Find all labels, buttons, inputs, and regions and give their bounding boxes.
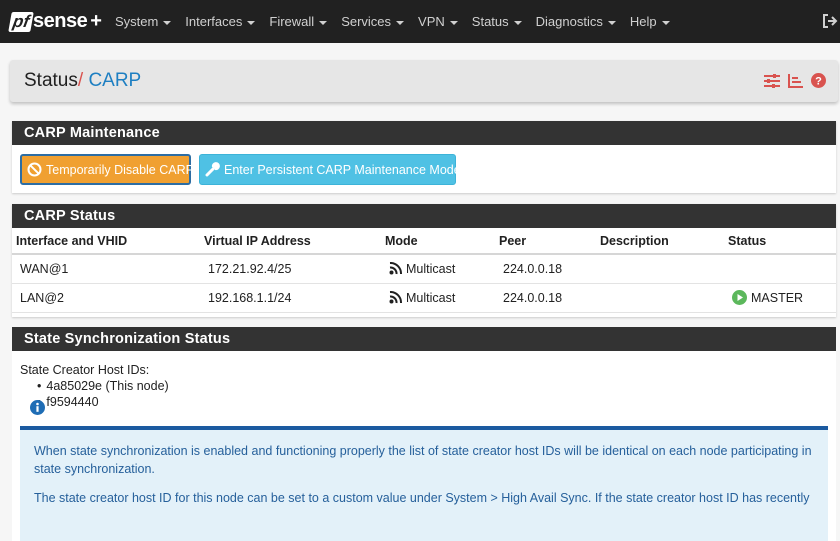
- main-menu: System Interfaces Firewall Services VPN …: [108, 0, 677, 43]
- caret-down-icon: [247, 20, 256, 25]
- caret-down-icon: [607, 20, 616, 25]
- chart-icon[interactable]: [788, 73, 803, 88]
- caret-down-icon: [163, 20, 172, 25]
- menu-status[interactable]: Status: [465, 0, 529, 43]
- mode-cell: Multicast: [406, 261, 456, 276]
- carp-status-panel: CARP Status Interface and VHID Virtual I…: [12, 204, 836, 317]
- panel-title: CARP Maintenance: [12, 121, 836, 145]
- menu-interfaces[interactable]: Interfaces: [178, 0, 262, 43]
- info-paragraph-1: When state synchronization is enabled an…: [34, 444, 812, 476]
- help-icon[interactable]: ?: [811, 73, 826, 88]
- logo-sense: sense: [33, 10, 88, 32]
- disable-carp-button[interactable]: Temporarily Disable CARP: [20, 154, 194, 185]
- mode-cell: Multicast: [406, 290, 456, 305]
- col-status[interactable]: Status: [724, 228, 836, 255]
- carp-maintenance-panel: CARP Maintenance Temporarily Disable CAR…: [12, 121, 836, 193]
- description-cell: [596, 283, 724, 313]
- top-navbar: pf sense + System Interfaces Firewall Se…: [0, 0, 840, 43]
- wrench-icon: [205, 162, 220, 177]
- page-header: Status/ CARP ?: [10, 60, 838, 102]
- menu-vpn[interactable]: VPN: [411, 0, 465, 43]
- rss-icon: [389, 262, 402, 275]
- svg-text:?: ?: [815, 76, 822, 88]
- panel-title: CARP Status: [12, 204, 836, 228]
- table-row: LAN@2 192.168.1.1/24 Multicast 224.0.0.1…: [12, 283, 836, 313]
- col-interface[interactable]: Interface and VHID: [12, 228, 200, 255]
- description-cell: [596, 254, 724, 284]
- sliders-icon[interactable]: [764, 73, 780, 88]
- menu-services[interactable]: Services: [334, 0, 411, 43]
- breadcrumb-carp-link[interactable]: CARP: [88, 70, 141, 91]
- carp-status-table: Interface and VHID Virtual IP Address Mo…: [12, 228, 836, 313]
- host-ids-list: 4a85029e (This node) f9594440: [37, 378, 828, 410]
- breadcrumb: Status/ CARP: [24, 60, 141, 102]
- persistent-maintenance-button[interactable]: Enter Persistent CARP Maintenance Mode: [199, 154, 461, 185]
- peer-cell: 224.0.0.18: [495, 254, 596, 284]
- rss-icon: [389, 291, 402, 304]
- menu-system[interactable]: System: [108, 0, 178, 43]
- state-sync-panel: State Synchronization Status State Creat…: [12, 327, 836, 541]
- table-row: WAN@1 172.21.92.4/25 Multicast 224.0.0.1…: [12, 254, 836, 284]
- status-master-label: MASTER: [751, 290, 804, 305]
- play-circle-icon: [732, 290, 747, 305]
- sign-out-icon[interactable]: [822, 12, 838, 30]
- vip-cell: 172.21.92.4/25: [200, 254, 381, 284]
- info-alert: When state synchronization is enabled an…: [20, 426, 828, 541]
- pfsense-logo[interactable]: pf sense +: [8, 0, 102, 43]
- caret-down-icon: [396, 20, 405, 25]
- vip-cell: 192.168.1.1/24: [200, 283, 381, 313]
- col-peer[interactable]: Peer: [495, 228, 596, 255]
- info-paragraph-2: The state creator host ID for this node …: [34, 491, 810, 505]
- disable-carp-label: Temporarily Disable CARP: [46, 162, 194, 177]
- menu-help[interactable]: Help: [623, 0, 677, 43]
- caret-down-icon: [661, 20, 670, 25]
- interface-cell: WAN@1: [12, 254, 200, 284]
- host-ids-label: State Creator Host IDs:: [20, 363, 150, 377]
- col-virtual-ip[interactable]: Virtual IP Address: [200, 228, 381, 255]
- status-cell: [724, 254, 836, 284]
- info-icon[interactable]: [30, 400, 45, 415]
- panel-title: State Synchronization Status: [12, 327, 836, 351]
- table-header-row: Interface and VHID Virtual IP Address Mo…: [12, 228, 836, 255]
- ban-icon: [27, 162, 42, 177]
- logo-pf: pf: [8, 11, 34, 32]
- breadcrumb-status: Status: [24, 70, 78, 91]
- menu-diagnostics[interactable]: Diagnostics: [529, 0, 623, 43]
- breadcrumb-separator: /: [77, 70, 84, 91]
- persistent-maintenance-label: Enter Persistent CARP Maintenance Mode: [224, 162, 461, 177]
- menu-firewall[interactable]: Firewall: [262, 0, 334, 43]
- interface-cell: LAN@2: [12, 283, 200, 313]
- logo-plus: +: [90, 10, 102, 32]
- col-mode[interactable]: Mode: [381, 228, 495, 255]
- list-item: f9594440: [37, 394, 828, 410]
- list-item: 4a85029e (This node): [37, 378, 828, 394]
- caret-down-icon: [449, 20, 458, 25]
- peer-cell: 224.0.0.18: [495, 283, 596, 313]
- caret-down-icon: [319, 20, 328, 25]
- col-description[interactable]: Description: [596, 228, 724, 255]
- caret-down-icon: [513, 20, 522, 25]
